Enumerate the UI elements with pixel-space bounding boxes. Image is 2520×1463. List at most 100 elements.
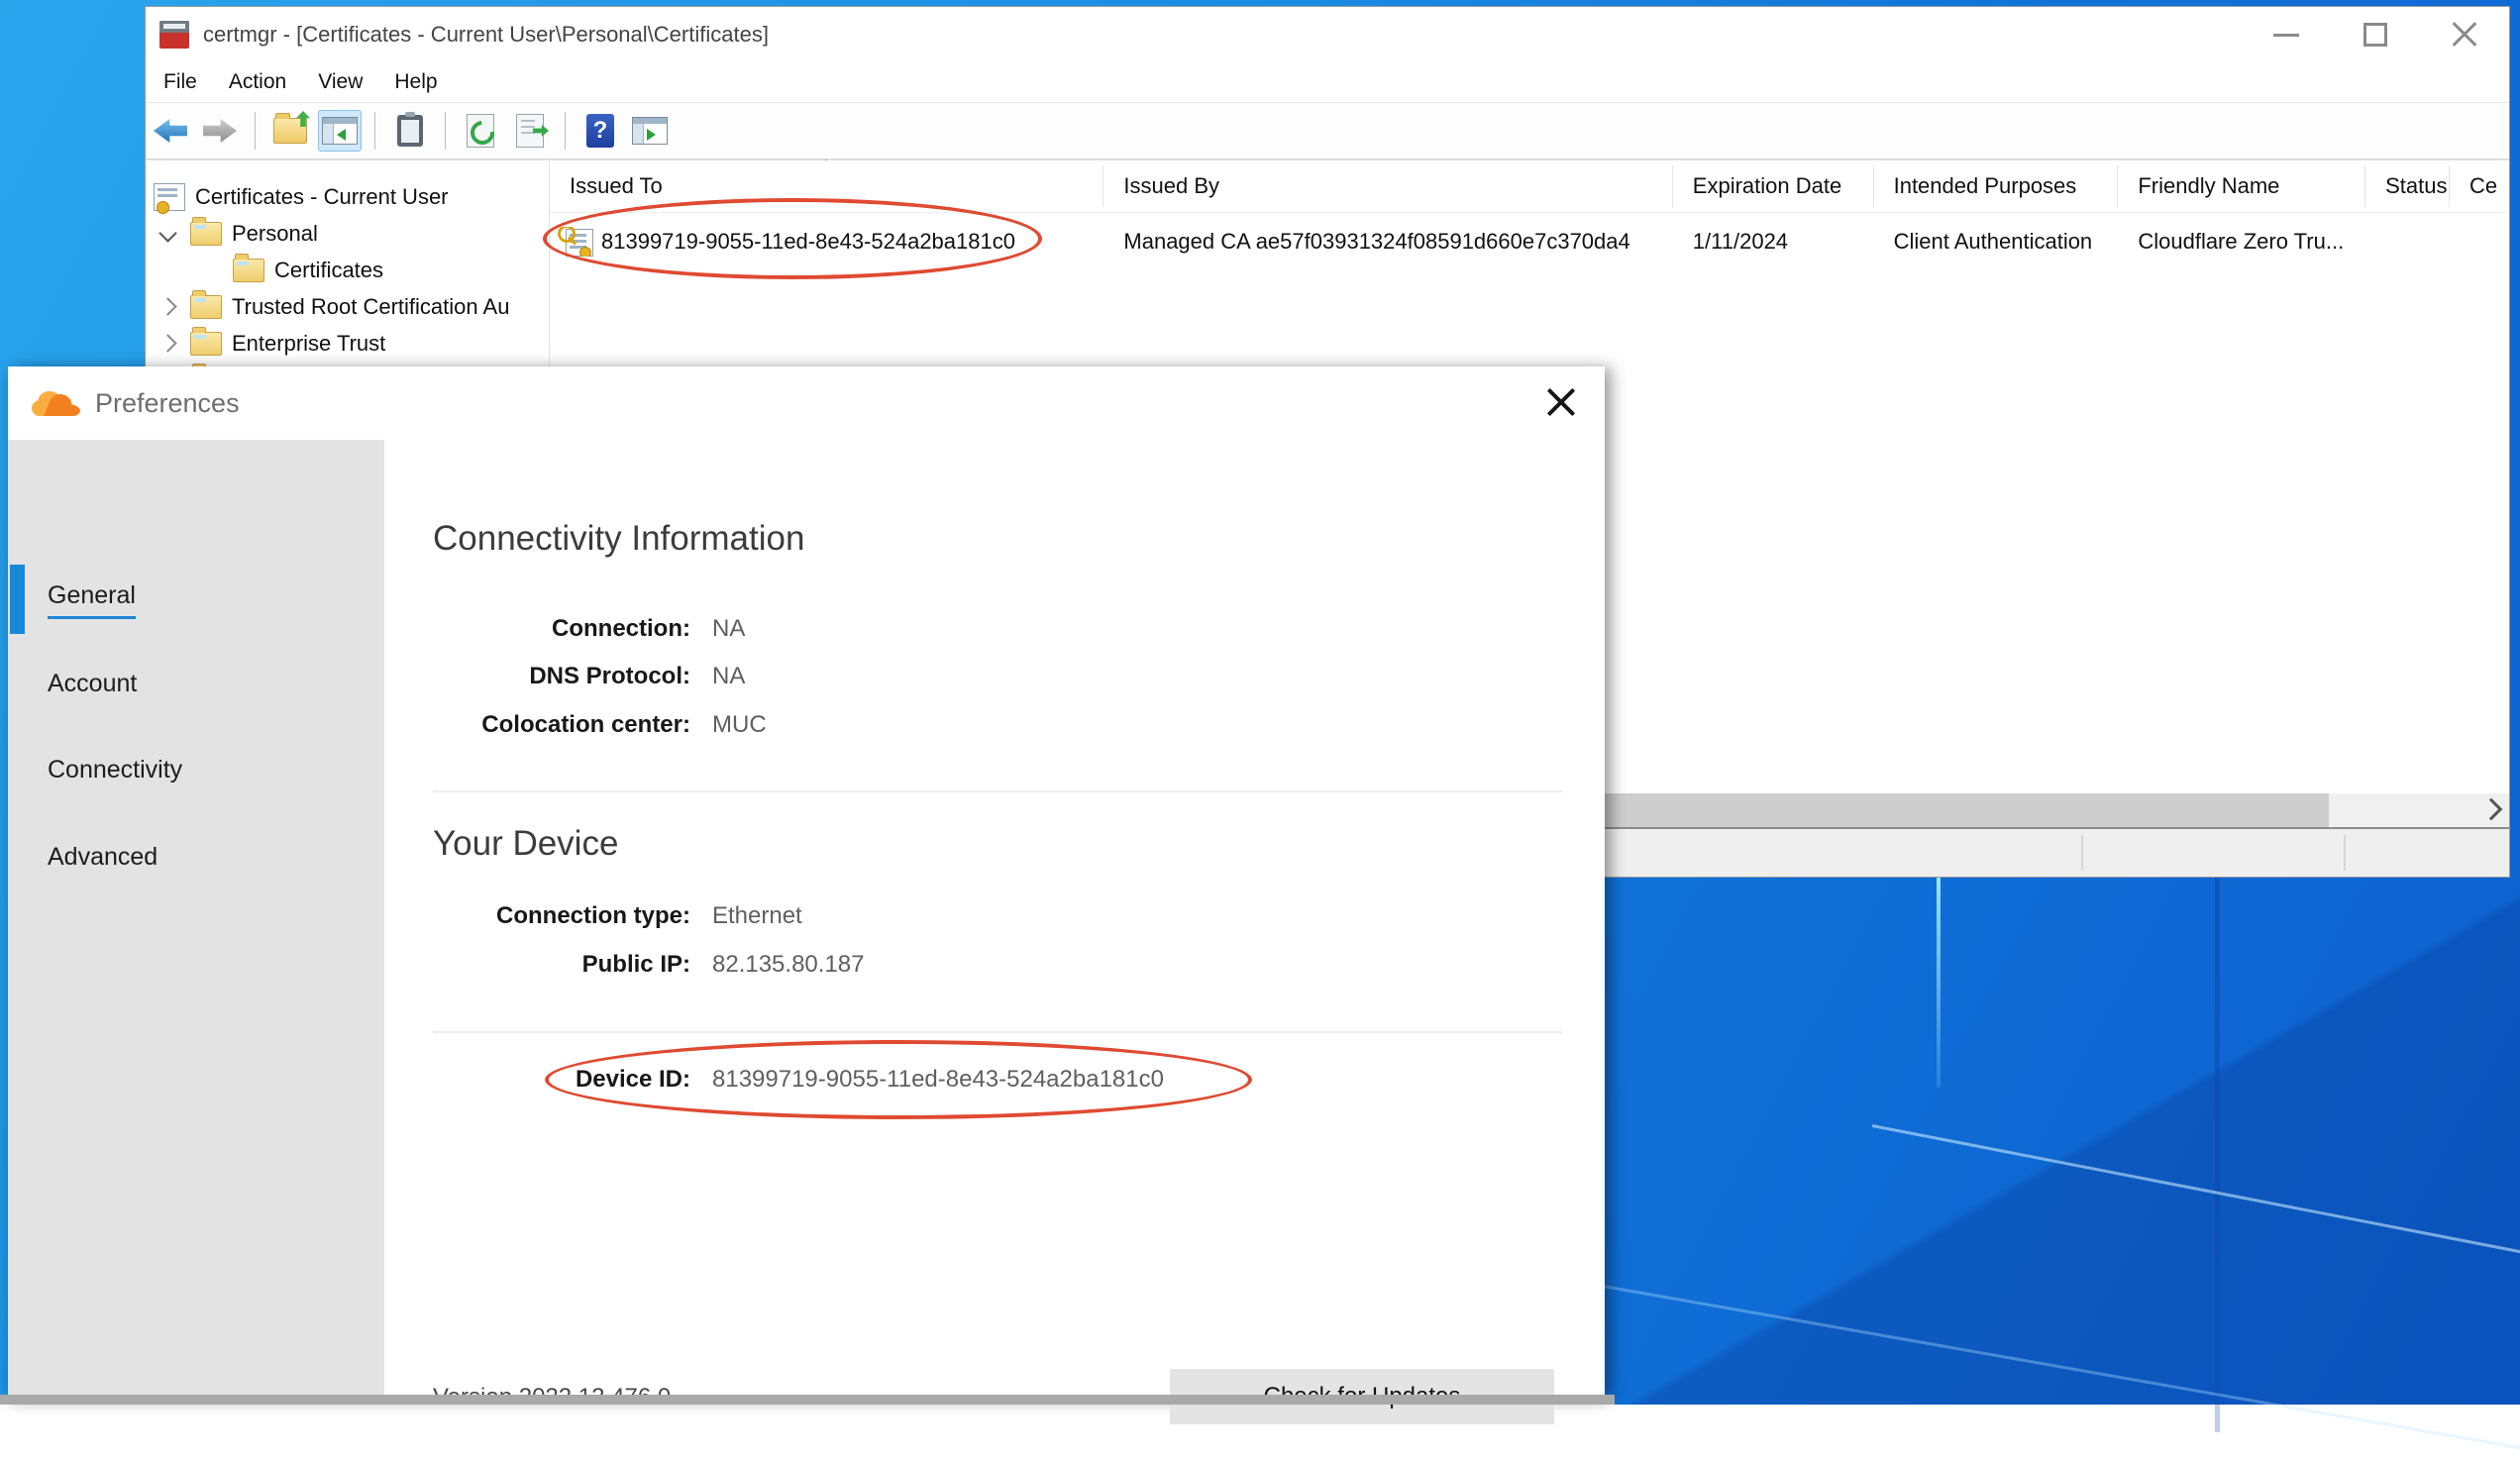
wallpaper-light-beam: [1937, 878, 1941, 1088]
up-one-level-button[interactable]: [268, 110, 312, 152]
colocation-center-row: Colocation center: MUC: [433, 711, 1522, 739]
new-window-icon: [632, 117, 668, 145]
wallpaper-floor-shade: [1585, 872, 2520, 1405]
help-button[interactable]: [578, 110, 622, 152]
tree-item-trusted-root[interactable]: Trusted Root Certification Au: [161, 288, 509, 325]
tree-item-enterprise-trust[interactable]: Enterprise Trust: [161, 325, 385, 362]
preferences-titlebar[interactable]: Preferences: [8, 366, 1605, 440]
wallpaper-dark-beam: [2215, 878, 2220, 1432]
certificate-with-key-icon: [558, 227, 593, 257]
device-id-label: Device ID:: [433, 1066, 690, 1094]
folder-icon: [190, 332, 222, 356]
refresh-icon: [467, 114, 494, 148]
back-button[interactable]: [149, 110, 192, 152]
sidebar-item-label: Advanced: [48, 843, 158, 871]
certificate-table-row[interactable]: 81399719-9055-11ed-8e43-524a2ba181c0 Man…: [550, 212, 2509, 271]
tree-item-label: Trusted Root Certification Au: [232, 294, 509, 320]
cell-friendly-name: Cloudflare Zero Tru...: [2118, 229, 2365, 255]
cloudflare-logo-icon: [30, 386, 81, 420]
help-icon: [586, 114, 614, 148]
column-header-issued-to[interactable]: Issued To: [550, 165, 1103, 207]
colocation-center-label: Colocation center:: [433, 711, 690, 739]
preferences-sidebar: General Account Connectivity Advanced: [8, 440, 384, 1397]
cell-expiration-date: 1/11/2024: [1673, 229, 1874, 255]
tree-item-label: Certificates: [274, 258, 383, 283]
connection-row: Connection: NA: [433, 615, 1522, 643]
menu-view[interactable]: View: [302, 70, 378, 94]
connection-type-row: Connection type: Ethernet: [433, 902, 1522, 930]
minimize-button[interactable]: [2242, 7, 2331, 62]
tree-item-label: Personal: [232, 221, 318, 247]
toolbar-separator: [565, 112, 566, 150]
export-list-icon: [516, 114, 544, 148]
tree-item-label: Enterprise Trust: [232, 331, 385, 357]
column-header-certificate-template[interactable]: Ce: [2450, 165, 2509, 207]
cell-issued-by: Managed CA ae57f03931324f08591d660e7c370…: [1103, 229, 1672, 255]
list-header-row: Issued To Issued By Expiration Date Inte…: [550, 160, 2509, 213]
dns-protocol-label: DNS Protocol:: [433, 663, 690, 690]
export-list-button[interactable]: [508, 110, 552, 152]
connection-label: Connection:: [433, 615, 690, 643]
statusbar-divider: [2081, 835, 2083, 871]
folder-icon: [190, 295, 222, 319]
tree-item-label: Certificates - Current User: [195, 184, 449, 210]
menu-help[interactable]: Help: [378, 70, 453, 94]
sidebar-item-label: Connectivity: [48, 756, 182, 784]
chevron-right-icon[interactable]: [158, 297, 176, 315]
column-header-status[interactable]: Status: [2365, 165, 2450, 207]
forward-icon: [203, 119, 237, 143]
connection-value: NA: [712, 615, 745, 643]
preferences-title: Preferences: [95, 388, 240, 419]
public-ip-row: Public IP: 82.135.80.187: [433, 951, 1522, 979]
sidebar-item-general[interactable]: General: [48, 581, 136, 610]
column-header-expiration-date[interactable]: Expiration Date: [1673, 165, 1874, 207]
tree-item-certificates-selected[interactable]: Certificates: [233, 252, 383, 288]
cell-issued-to: 81399719-9055-11ed-8e43-524a2ba181c0: [601, 229, 1015, 255]
refresh-button[interactable]: [459, 110, 502, 152]
chevron-right-icon[interactable]: [158, 334, 176, 352]
folder-icon: [233, 259, 264, 282]
column-header-friendly-name[interactable]: Friendly Name: [2118, 165, 2365, 207]
sidebar-item-account[interactable]: Account: [48, 670, 137, 698]
connectivity-information-heading: Connectivity Information: [433, 519, 804, 559]
minimize-icon: [2273, 34, 2299, 37]
certmgr-app-icon: [159, 21, 189, 49]
public-ip-label: Public IP:: [433, 951, 690, 979]
forward-button[interactable]: [198, 110, 242, 152]
toolbar-separator: [445, 112, 446, 150]
section-divider: [433, 1031, 1562, 1033]
maximize-button[interactable]: [2331, 7, 2420, 62]
window-controls: [2242, 7, 2509, 62]
sidebar-item-advanced[interactable]: Advanced: [48, 843, 158, 872]
properties-button[interactable]: [388, 110, 432, 152]
dns-protocol-value: NA: [712, 663, 745, 690]
tree-item-personal[interactable]: Personal: [161, 215, 318, 252]
taskbar-edge-strip: [0, 1395, 1615, 1405]
folder-icon: [190, 222, 222, 246]
sidebar-item-label: General: [48, 581, 136, 619]
colocation-center-value: MUC: [712, 711, 767, 739]
column-header-issued-by[interactable]: Issued By: [1103, 165, 1672, 207]
back-icon: [154, 119, 187, 143]
column-header-intended-purposes[interactable]: Intended Purposes: [1874, 165, 2119, 207]
menu-file[interactable]: File: [146, 70, 213, 94]
certificates-store-icon: [154, 183, 185, 211]
menu-action[interactable]: Action: [213, 70, 302, 94]
new-window-button[interactable]: [628, 110, 672, 152]
selected-tab-accent-bar: [10, 565, 25, 634]
certmgr-titlebar[interactable]: certmgr - [Certificates - Current User\P…: [146, 7, 2509, 62]
show-console-tree-button[interactable]: [318, 110, 362, 152]
statusbar-divider: [2344, 835, 2346, 871]
your-device-heading: Your Device: [433, 824, 618, 864]
close-button[interactable]: [2420, 7, 2509, 62]
connection-type-value: Ethernet: [712, 902, 802, 930]
preferences-content: Connectivity Information Connection: NA …: [384, 440, 1605, 1397]
chevron-down-icon[interactable]: [158, 224, 176, 242]
cell-intended-purposes: Client Authentication: [1874, 229, 2119, 255]
preferences-close-button[interactable]: [1539, 380, 1583, 424]
tree-item-root[interactable]: Certificates - Current User: [154, 178, 449, 215]
maximize-icon: [2363, 23, 2387, 47]
preferences-window: Preferences General Account Connectivity…: [8, 366, 1605, 1397]
scroll-right-icon[interactable]: [2480, 798, 2503, 821]
sidebar-item-connectivity[interactable]: Connectivity: [48, 756, 182, 784]
